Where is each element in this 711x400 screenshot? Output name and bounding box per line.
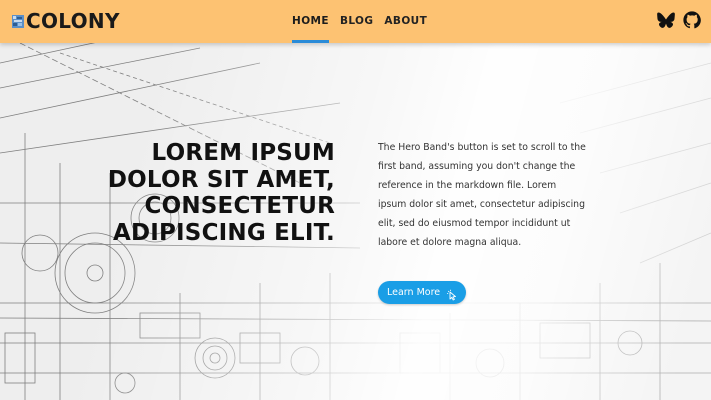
nav-item-about[interactable]: ABOUT xyxy=(384,0,427,43)
main-nav: HOME BLOG ABOUT xyxy=(292,0,438,43)
site-logo[interactable]: COLONY xyxy=(11,10,120,32)
nav-item-home[interactable]: HOME xyxy=(292,0,329,43)
bluesky-icon[interactable] xyxy=(657,11,675,29)
social-links xyxy=(657,11,701,29)
nav-item-label: BLOG xyxy=(339,15,374,27)
learn-more-label: Learn More xyxy=(387,287,441,298)
hero-headline: LOREM IPSUM DOLOR SIT AMET, CONSECTETUR … xyxy=(107,140,335,246)
active-nav-indicator xyxy=(292,40,329,43)
nav-item-label: ABOUT xyxy=(384,15,428,27)
pointer-click-icon xyxy=(446,287,458,300)
hero-band: LOREM IPSUM DOLOR SIT AMET, CONSECTETUR … xyxy=(0,43,711,400)
logo-icon xyxy=(11,13,25,30)
learn-more-button[interactable]: Learn More xyxy=(378,281,467,304)
logo-text: COLONY xyxy=(26,9,120,33)
nav-item-blog[interactable]: BLOG xyxy=(340,0,373,43)
hero-description: The Hero Band's button is set to scroll … xyxy=(378,142,586,248)
nav-item-label: HOME xyxy=(292,15,329,27)
site-header: COLONY HOME BLOG ABOUT xyxy=(0,0,711,43)
github-icon[interactable] xyxy=(683,11,701,29)
